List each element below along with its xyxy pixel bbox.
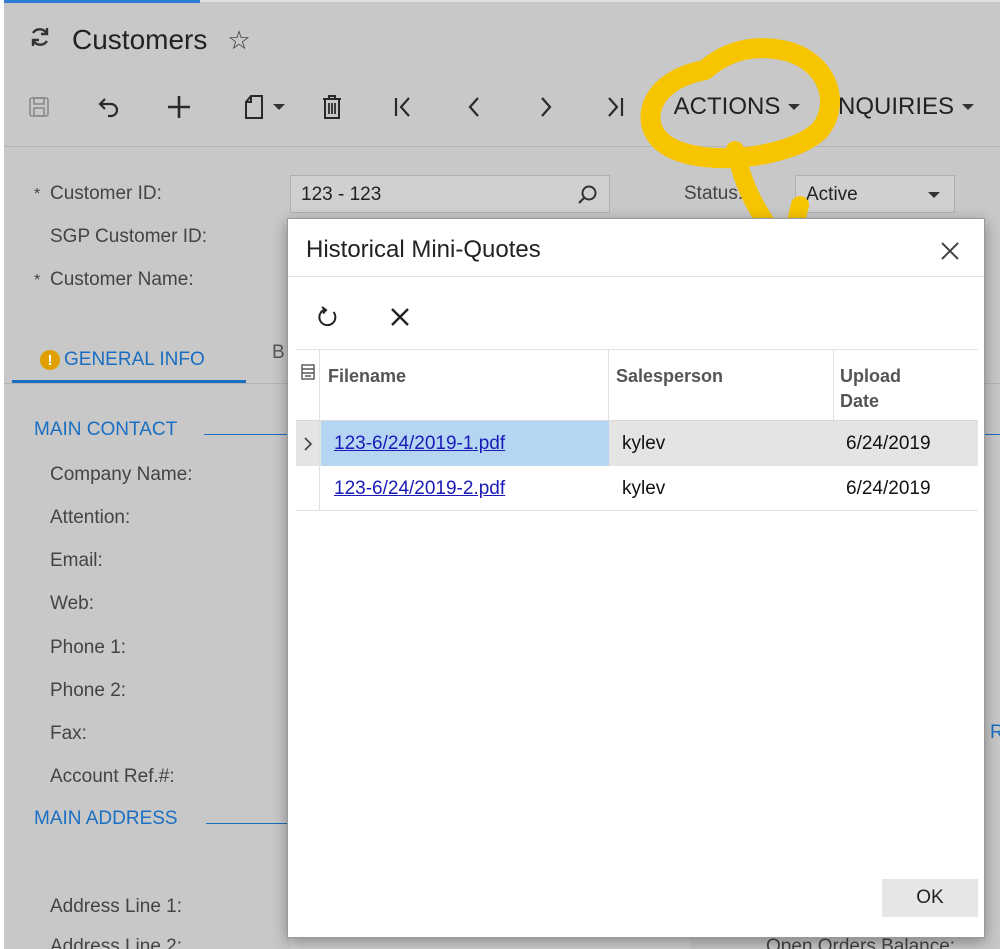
refresh-icon[interactable] bbox=[28, 25, 58, 56]
first-record-icon[interactable] bbox=[388, 84, 418, 130]
right-section-heading-partial: R bbox=[990, 722, 1000, 743]
customer-id-label: Customer ID: bbox=[50, 183, 162, 204]
fax-label: Fax: bbox=[50, 723, 87, 744]
customer-name-label: Customer Name: bbox=[50, 269, 194, 290]
chevron-down-icon bbox=[788, 104, 801, 110]
ok-button[interactable]: OK bbox=[882, 879, 978, 917]
column-header-upload-date[interactable]: Upload Date bbox=[840, 364, 901, 414]
tab-general-info[interactable]: ! GENERAL INFO bbox=[14, 336, 246, 384]
chevron-down-icon bbox=[962, 104, 974, 110]
filename-cell: 123-6/24/2019-1.pdf bbox=[321, 421, 609, 466]
tab-general-info-label: GENERAL INFO bbox=[64, 349, 205, 370]
main-address-heading: MAIN ADDRESS bbox=[34, 808, 178, 829]
file-link[interactable]: 123-6/24/2019-2.pdf bbox=[334, 478, 505, 500]
delete-icon[interactable] bbox=[318, 84, 346, 130]
upload-date-header-line2: Date bbox=[840, 391, 880, 411]
row-indicator bbox=[296, 421, 320, 466]
upload-date-cell: 6/24/2019 bbox=[846, 432, 931, 454]
status-label: Status: bbox=[684, 183, 744, 204]
table-row[interactable]: 123-6/24/2019-2.pdf kylev 6/24/2019 bbox=[296, 466, 978, 511]
warning-icon: ! bbox=[40, 350, 60, 370]
section-rule bbox=[206, 823, 288, 824]
close-icon[interactable] bbox=[936, 237, 964, 265]
actions-label: ACTIONS bbox=[673, 93, 781, 120]
customer-id-field[interactable]: 123 - 123 bbox=[290, 175, 610, 213]
required-mark: * bbox=[34, 186, 41, 203]
historical-mini-quotes-dialog: Historical Mini-Quotes Filename Salesper… bbox=[287, 218, 985, 938]
main-toolbar: ACTIONS NQUIRIES bbox=[24, 84, 1000, 130]
address-line2-label: Address Line 2: bbox=[50, 936, 183, 949]
sgp-customer-id-label: SGP Customer ID: bbox=[50, 226, 207, 247]
actions-menu-button[interactable]: ACTIONS bbox=[672, 84, 802, 130]
chevron-down-icon bbox=[928, 192, 940, 198]
inquiries-menu-button[interactable]: NQUIRIES bbox=[836, 84, 976, 130]
save-icon[interactable] bbox=[24, 84, 54, 130]
salesperson-cell: kylev bbox=[622, 432, 666, 454]
main-contact-heading: MAIN CONTACT bbox=[34, 419, 178, 440]
account-ref-label: Account Ref.#: bbox=[50, 766, 175, 787]
page-title: Customers bbox=[72, 24, 208, 55]
refresh-icon[interactable] bbox=[312, 301, 344, 333]
add-icon[interactable] bbox=[164, 84, 194, 130]
address-line1-label: Address Line 1: bbox=[50, 896, 183, 917]
left-edge bbox=[0, 0, 4, 949]
table-row[interactable]: 123-6/24/2019-1.pdf kylev 6/24/2019 bbox=[296, 421, 978, 466]
column-selector[interactable] bbox=[296, 350, 320, 422]
page-header: Customers ☆ bbox=[28, 20, 251, 60]
star-icon[interactable]: ☆ bbox=[227, 25, 250, 56]
grid-header: Filename Salesperson Upload Date bbox=[296, 349, 978, 422]
status-select[interactable]: Active bbox=[795, 175, 955, 213]
tab-next-partial[interactable]: B bbox=[272, 342, 285, 364]
status-value: Active bbox=[806, 184, 858, 205]
row-indicator bbox=[296, 466, 320, 511]
chevron-down-icon bbox=[273, 104, 285, 110]
copy-paste-icon[interactable] bbox=[236, 84, 292, 130]
search-icon[interactable] bbox=[577, 184, 599, 212]
upload-date-header-line1: Upload bbox=[840, 366, 901, 386]
column-header-filename[interactable]: Filename bbox=[328, 364, 406, 389]
phone1-label: Phone 1: bbox=[50, 637, 127, 658]
column-divider bbox=[608, 350, 609, 422]
company-name-label: Company Name: bbox=[50, 464, 193, 485]
last-record-icon[interactable] bbox=[600, 84, 630, 130]
upload-date-cell: 6/24/2019 bbox=[846, 477, 931, 499]
required-mark: * bbox=[34, 272, 41, 289]
dialog-header-divider bbox=[288, 276, 984, 277]
file-link[interactable]: 123-6/24/2019-1.pdf bbox=[334, 433, 505, 455]
toolbar-divider bbox=[4, 146, 1000, 147]
web-label: Web: bbox=[50, 593, 95, 614]
chevron-right-icon bbox=[303, 436, 312, 451]
clear-icon[interactable] bbox=[384, 301, 416, 333]
section-rule bbox=[204, 434, 288, 435]
undo-icon[interactable] bbox=[92, 84, 126, 130]
column-divider bbox=[833, 350, 834, 422]
top-accent-bar bbox=[0, 0, 200, 3]
previous-record-icon[interactable] bbox=[460, 84, 490, 130]
attention-label: Attention: bbox=[50, 507, 131, 528]
next-record-icon[interactable] bbox=[530, 84, 560, 130]
inquiries-label: NQUIRIES bbox=[837, 93, 954, 120]
salesperson-cell: kylev bbox=[622, 477, 666, 499]
dialog-title: Historical Mini-Quotes bbox=[306, 236, 541, 263]
customer-id-value: 123 - 123 bbox=[301, 184, 382, 205]
filename-cell: 123-6/24/2019-2.pdf bbox=[321, 466, 609, 511]
phone2-label: Phone 2: bbox=[50, 680, 127, 701]
top-border bbox=[200, 0, 1000, 2]
section-rule bbox=[984, 434, 1000, 435]
column-header-salesperson[interactable]: Salesperson bbox=[616, 364, 723, 389]
column-config-icon[interactable] bbox=[301, 364, 315, 380]
email-label: Email: bbox=[50, 550, 103, 571]
